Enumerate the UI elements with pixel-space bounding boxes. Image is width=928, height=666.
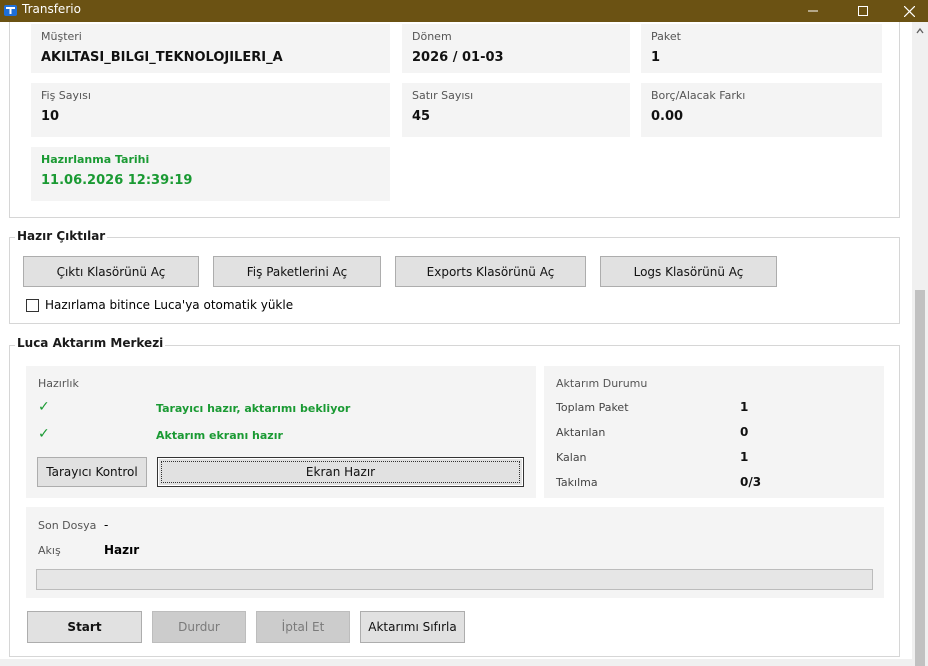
stuck-label: Takılma xyxy=(556,476,598,489)
total-packages-label: Toplam Paket xyxy=(556,401,629,414)
reset-transfer-button[interactable]: Aktarımı Sıfırla xyxy=(360,611,465,643)
remaining-label: Kalan xyxy=(556,451,587,464)
auto-upload-checkbox[interactable]: Hazırlama bitince Luca'ya otomatik yükle xyxy=(26,298,293,312)
hazirlanma-card: Hazırlanma Tarihi 11.06.2026 12:39:19 xyxy=(31,147,390,201)
package-info-section: Müşteri AKILTASI_BILGI_TEKNOLOJILERI_A D… xyxy=(9,22,900,218)
borc-alacak-value: 0.00 xyxy=(651,109,684,124)
fis-sayisi-card: Fiş Sayısı 10 xyxy=(31,83,390,137)
bottom-strip xyxy=(0,659,912,666)
satir-sayisi-label: Satır Sayısı xyxy=(412,89,474,102)
open-voucher-packages-button[interactable]: Fiş Paketlerini Aç xyxy=(213,256,381,287)
open-exports-folder-button[interactable]: Exports Klasörünü Aç xyxy=(395,256,586,287)
stop-button[interactable]: Durdur xyxy=(152,611,246,643)
donem-value: 2026 / 01-03 xyxy=(412,50,504,65)
auto-upload-checkbox-box[interactable] xyxy=(26,298,39,312)
musteri-card: Müşteri AKILTASI_BILGI_TEKNOLOJILERI_A xyxy=(31,24,390,73)
remaining-value: 1 xyxy=(740,450,749,464)
auto-upload-label: Hazırlama bitince Luca'ya otomatik yükle xyxy=(45,298,294,312)
hazirlanma-label: Hazırlanma Tarihi xyxy=(41,153,150,166)
open-output-folder-button[interactable]: Çıktı Klasörünü Aç xyxy=(23,256,199,287)
luca-transfer-group-title: Luca Aktarım Merkezi xyxy=(15,336,166,350)
stuck-value: 0/3 xyxy=(740,475,762,489)
browser-status-text: Tarayıcı hazır, aktarımı bekliyor xyxy=(156,402,351,415)
window-title: Transferio xyxy=(22,2,81,16)
last-file-value: - xyxy=(104,518,109,532)
browser-check-button[interactable]: Tarayıcı Kontrol xyxy=(37,457,147,487)
transfer-status-title: Aktarım Durumu xyxy=(556,377,648,390)
close-button[interactable] xyxy=(886,0,928,22)
transferred-value: 0 xyxy=(740,425,749,439)
total-packages-value: 1 xyxy=(740,400,749,414)
paket-label: Paket xyxy=(651,30,681,43)
minimize-button[interactable] xyxy=(790,0,836,22)
scrollbar-thumb[interactable] xyxy=(915,290,925,666)
app-icon xyxy=(4,5,17,16)
check-icon: ✓ xyxy=(38,426,50,442)
transferred-label: Aktarılan xyxy=(556,426,606,439)
hazirlanma-value: 11.06.2026 12:39:19 xyxy=(41,173,193,188)
minimize-icon xyxy=(808,10,818,12)
borc-alacak-label: Borç/Alacak Farkı xyxy=(651,89,746,102)
open-logs-folder-button[interactable]: Logs Klasörünü Aç xyxy=(600,256,777,287)
donem-label: Dönem xyxy=(412,30,452,43)
satir-sayisi-value: 45 xyxy=(412,109,431,124)
cancel-button[interactable]: İptal Et xyxy=(256,611,350,643)
satir-sayisi-card: Satır Sayısı 45 xyxy=(402,83,630,137)
screen-status-text: Aktarım ekranı hazır xyxy=(156,429,283,442)
scroll-up-icon[interactable] xyxy=(915,26,925,36)
paket-value: 1 xyxy=(651,50,661,65)
last-file-label: Son Dosya xyxy=(38,519,97,532)
maximize-button[interactable] xyxy=(840,0,886,22)
transfer-progress-bar xyxy=(36,569,873,590)
maximize-icon xyxy=(858,6,868,16)
musteri-label: Müşteri xyxy=(41,30,82,43)
progress-panel: Son Dosya - Akış Hazır xyxy=(26,507,884,598)
check-icon: ✓ xyxy=(38,399,50,415)
borc-alacak-card: Borç/Alacak Farkı 0.00 xyxy=(641,83,882,137)
fis-sayisi-label: Fiş Sayısı xyxy=(41,89,91,102)
flow-label: Akış xyxy=(38,544,61,557)
group-bottom-border xyxy=(9,656,900,657)
flow-value: Hazır xyxy=(104,543,140,557)
vertical-scrollbar[interactable] xyxy=(912,22,928,666)
hazirlik-title: Hazırlık xyxy=(38,377,79,390)
paket-card: Paket 1 xyxy=(641,24,882,73)
title-bar: Transferio xyxy=(0,0,928,22)
fis-sayisi-value: 10 xyxy=(41,109,60,124)
musteri-value: AKILTASI_BILGI_TEKNOLOJILERI_A xyxy=(41,50,283,65)
close-icon xyxy=(903,5,915,17)
outputs-group-title: Hazır Çıktılar xyxy=(15,229,108,243)
start-button[interactable]: Start xyxy=(27,611,142,643)
donem-card: Dönem 2026 / 01-03 xyxy=(402,24,630,73)
screen-ready-button[interactable]: Ekran Hazır xyxy=(157,457,524,487)
transfer-status-panel: Aktarım Durumu Toplam Paket 1 Aktarılan … xyxy=(544,366,884,498)
